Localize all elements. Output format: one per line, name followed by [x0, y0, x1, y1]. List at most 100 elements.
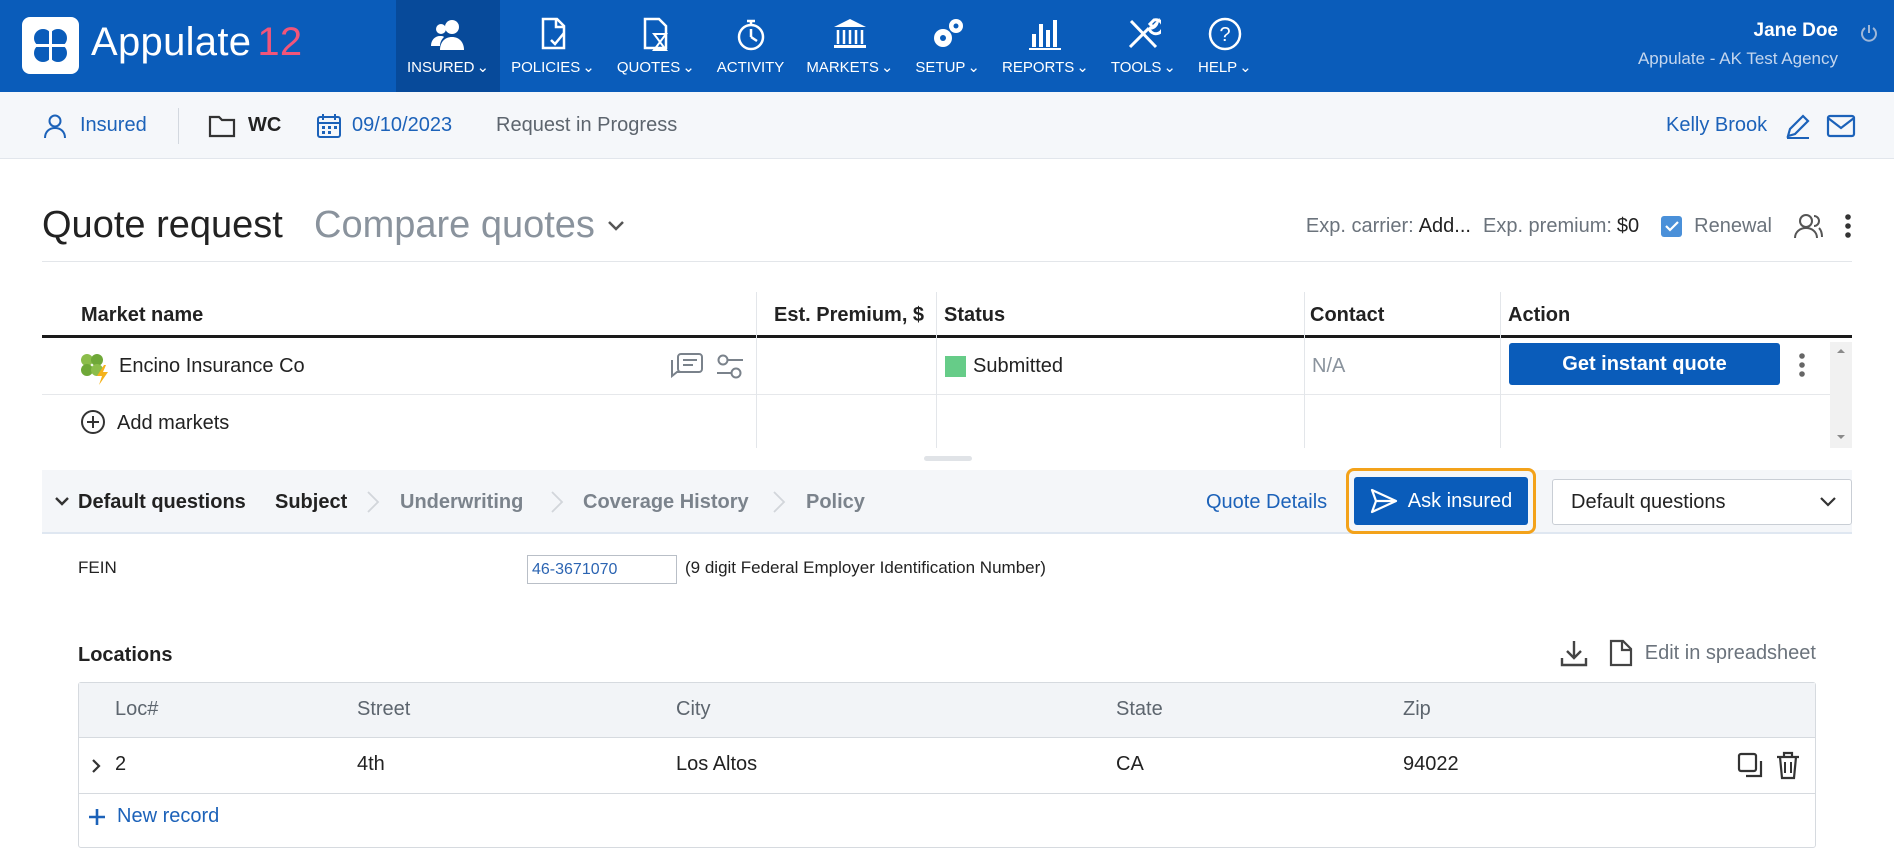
column-divider — [1500, 292, 1501, 448]
more-vertical-icon[interactable] — [1798, 352, 1806, 378]
scroll-up-icon[interactable] — [1836, 348, 1846, 354]
add-markets-label[interactable]: Add markets — [117, 412, 229, 435]
top-navigation: Appulate 12 INSURED ⌄ POLICIES ⌄ QUOTES ⌄ AC… — [0, 0, 1894, 92]
market-name[interactable]: Encino Insurance Co — [119, 355, 305, 378]
renewal-label: Renewal — [1694, 214, 1772, 237]
markets-scrollbar[interactable] — [1830, 342, 1852, 448]
chevron-down-icon: ⌄ — [582, 59, 595, 76]
setup-icon — [933, 19, 963, 47]
sliders-icon[interactable] — [715, 353, 745, 381]
col-zip: Zip — [1403, 698, 1431, 720]
activity-icon — [737, 19, 764, 51]
breadcrumb-chevron-icon — [367, 491, 380, 513]
lob-folder[interactable]: WC — [208, 92, 281, 159]
location-city: Los Altos — [676, 753, 758, 775]
markets-table: Market name Est. Premium, $ Status Conta… — [42, 292, 1852, 452]
nav-help[interactable]: ? HELP ⌄ — [1187, 0, 1263, 92]
main-nav: INSURED ⌄ POLICIES ⌄ QUOTES ⌄ ACTIVITY MARK… — [396, 0, 1263, 92]
page-title: Quote request — [42, 204, 283, 246]
document-icon[interactable] — [1609, 639, 1633, 667]
column-divider — [936, 292, 937, 448]
col-status: Status — [944, 304, 1006, 326]
request-status: Request in Progress — [496, 114, 678, 136]
ask-insured-label: Ask insured — [1407, 489, 1513, 512]
mail-icon[interactable] — [1826, 114, 1856, 138]
plus-icon — [89, 808, 105, 825]
resize-handle[interactable] — [924, 456, 972, 461]
col-market-name: Market name — [81, 304, 204, 326]
user-info[interactable]: Jane Doe Appulate - AK Test Agency — [1638, 20, 1838, 69]
chevron-down-icon: ⌄ — [967, 59, 980, 76]
brand-name[interactable]: Appulate 12 — [91, 20, 302, 65]
user-agency: Appulate - AK Test Agency — [1637, 49, 1838, 68]
edit-icon[interactable] — [1784, 112, 1812, 140]
divider — [178, 108, 179, 144]
chevron-down-icon: ⌄ — [1163, 59, 1176, 76]
chevron-right-icon[interactable] — [91, 758, 101, 774]
lob-label: WC — [248, 114, 282, 136]
markets-icon — [833, 19, 866, 48]
power-icon[interactable] — [1860, 24, 1878, 42]
chevron-down-icon[interactable] — [54, 496, 70, 507]
policies-icon — [541, 17, 566, 50]
compare-quotes-dropdown[interactable]: Compare quotes — [314, 204, 625, 247]
step-underwriting[interactable]: Underwriting — [400, 470, 523, 534]
renewal-checkbox[interactable] — [1661, 215, 1683, 237]
nav-markets[interactable]: MARKETS ⌄ — [795, 0, 904, 92]
user-name: Jane Doe — [1753, 20, 1838, 41]
chevron-down-icon: ⌄ — [476, 59, 490, 76]
edit-in-spreadsheet-link[interactable]: Edit in spreadsheet — [1645, 642, 1816, 665]
step-policy[interactable]: Policy — [806, 470, 865, 534]
add-markets-row[interactable]: Add markets — [42, 395, 1852, 452]
market-status: Submitted — [973, 355, 1064, 377]
exp-carrier-label: Exp. carrier: — [1305, 214, 1414, 237]
col-state: State — [1116, 698, 1163, 720]
breadcrumb-chevron-icon — [773, 491, 786, 513]
nav-reports[interactable]: REPORTS ⌄ — [991, 0, 1100, 92]
location-row[interactable]: 2 4th Los Altos CA 94022 — [79, 738, 1815, 794]
folder-icon — [208, 115, 236, 137]
nav-policies[interactable]: POLICIES ⌄ — [500, 0, 606, 92]
appulate-logo-icon[interactable] — [22, 17, 79, 74]
location-zip: 94022 — [1403, 753, 1459, 775]
tools-icon — [1129, 17, 1162, 49]
effective-date[interactable]: 09/10/2023 — [316, 92, 452, 159]
context-bar: Insured WC 09/10/2023 Request in Progres… — [0, 92, 1894, 159]
download-icon[interactable] — [1559, 638, 1589, 668]
step-coverage-history[interactable]: Coverage History — [583, 470, 749, 534]
exp-premium-value[interactable]: $0 — [1617, 215, 1639, 238]
ask-insured-highlight: Ask insured — [1346, 468, 1536, 534]
markets-table-header: Market name Est. Premium, $ Status Conta… — [42, 292, 1852, 338]
trash-icon[interactable] — [1775, 751, 1801, 781]
market-row[interactable]: Encino Insurance Co Submitted N/A Get in… — [42, 338, 1852, 395]
get-instant-quote-button[interactable]: Get instant quote — [1509, 343, 1780, 385]
col-loc: Loc# — [115, 698, 159, 720]
ask-insured-button[interactable]: Ask insured — [1354, 477, 1528, 525]
copy-icon[interactable] — [1737, 752, 1765, 780]
exp-premium-label: Exp. premium: — [1482, 214, 1612, 237]
more-vertical-icon[interactable] — [1844, 213, 1852, 239]
column-divider — [1304, 292, 1305, 448]
scroll-down-icon[interactable] — [1836, 434, 1846, 440]
exp-carrier-value[interactable]: Add... — [1419, 215, 1471, 238]
step-subject[interactable]: Subject — [275, 470, 347, 534]
insured-icon — [431, 20, 465, 50]
new-record-link[interactable]: New record — [87, 805, 219, 828]
question-set-value: Default questions — [1571, 490, 1726, 513]
quote-details-link[interactable]: Quote Details — [1206, 470, 1327, 534]
users-icon[interactable] — [1792, 212, 1824, 240]
quote-meta: Exp. carrier: Add... Exp. premium: $0 Re… — [1306, 212, 1852, 240]
fein-input[interactable] — [527, 555, 677, 584]
col-est-premium: Est. Premium, $ — [774, 304, 925, 326]
comments-icon[interactable] — [670, 352, 704, 382]
nav-quotes[interactable]: QUOTES ⌄ — [606, 0, 706, 92]
nav-tools[interactable]: TOOLS ⌄ — [1100, 0, 1187, 92]
nav-insured[interactable]: INSURED ⌄ — [396, 0, 501, 92]
assignee-link[interactable]: Kelly Brook — [1666, 92, 1767, 159]
insured-link[interactable]: Insured — [42, 92, 147, 159]
nav-activity[interactable]: ACTIVITY — [706, 0, 796, 92]
question-set-select[interactable]: Default questions — [1552, 479, 1852, 525]
nav-setup[interactable]: SETUP ⌄ — [904, 0, 991, 92]
column-divider — [756, 292, 757, 448]
question-group[interactable]: Default questions — [78, 470, 246, 534]
